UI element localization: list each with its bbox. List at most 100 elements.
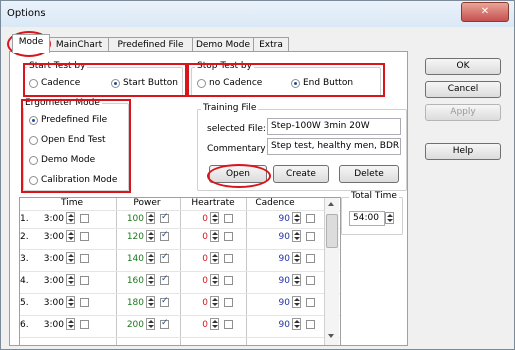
cadence-value[interactable]: 90 [260,276,290,286]
spin-icon[interactable] [146,296,155,308]
spin-icon[interactable] [66,274,75,286]
checkbox-icon[interactable] [160,274,169,285]
spin-icon[interactable] [292,274,301,286]
spin-icon[interactable] [292,318,301,330]
checkbox-icon[interactable] [306,214,315,223]
tab-mainchart[interactable]: MainChart [49,37,109,52]
checkbox-icon[interactable] [160,230,169,241]
checkbox-icon[interactable] [80,320,89,329]
power-value[interactable]: 160 [114,276,144,286]
spin-icon[interactable] [210,274,219,286]
tab-demo-mode[interactable]: Demo Mode [192,37,254,52]
commentary-label: Commentary [207,144,266,154]
col-header-power: Power [133,198,161,208]
checkbox-icon[interactable] [224,320,233,329]
checkbox-icon[interactable] [224,298,233,307]
heartrate-value[interactable]: 0 [178,276,208,286]
start-test-highlight [23,63,187,97]
cadence-value[interactable]: 90 [260,214,290,224]
commentary-field[interactable]: Step test, healthy men, BDR p [267,138,401,155]
checkbox-icon[interactable] [224,254,233,263]
time-value[interactable]: 3:00 [34,254,64,264]
heartrate-value[interactable]: 0 [178,214,208,224]
spin-icon[interactable] [66,318,75,330]
power-value[interactable]: 200 [114,320,144,330]
help-button[interactable]: Help [425,143,501,160]
spin-icon[interactable] [292,230,301,242]
heartrate-value[interactable]: 0 [178,232,208,242]
spin-icon[interactable] [292,296,301,308]
tab-extra[interactable]: Extra [253,37,289,52]
checkbox-icon[interactable] [306,276,315,285]
checkbox-icon[interactable] [160,318,169,329]
spin-icon[interactable] [66,252,75,264]
tab-predefined-file[interactable]: Predefined File [108,37,193,52]
spin-icon[interactable] [292,212,301,224]
checkbox-icon[interactable] [80,298,89,307]
cadence-value[interactable]: 90 [260,320,290,330]
power-value[interactable]: 120 [114,232,144,242]
cadence-value[interactable]: 90 [260,232,290,242]
stop-test-highlight [187,63,385,97]
spin-icon[interactable] [66,296,75,308]
row-number: 4. [20,276,29,286]
spin-icon[interactable] [292,252,301,264]
spin-icon[interactable] [146,274,155,286]
close-icon[interactable]: ✕ [461,2,509,22]
heartrate-value[interactable]: 0 [178,298,208,308]
spin-icon[interactable] [146,318,155,330]
checkbox-icon[interactable] [160,252,169,263]
spin-icon[interactable] [146,252,155,264]
checkbox-icon[interactable] [306,254,315,263]
selected-file-label: selected File: [207,124,266,134]
power-value[interactable]: 140 [114,254,144,264]
checkbox-icon[interactable] [80,276,89,285]
checkbox-icon[interactable] [160,296,169,307]
spin-icon[interactable] [385,212,394,224]
open-button-highlight [207,164,271,188]
create-button[interactable]: Create [273,165,329,183]
spin-icon[interactable] [210,252,219,264]
checkbox-icon[interactable] [224,214,233,223]
spin-icon[interactable] [66,212,75,224]
time-value[interactable]: 3:00 [34,214,64,224]
spin-icon[interactable] [146,212,155,224]
checkbox-icon[interactable] [224,232,233,241]
scroll-up-icon[interactable] [328,202,334,206]
checkbox-icon[interactable] [306,298,315,307]
power-value[interactable]: 100 [114,214,144,224]
total-time-value[interactable]: 54:00 [349,211,385,226]
cadence-value[interactable]: 90 [260,254,290,264]
ok-button[interactable]: OK [425,58,501,75]
checkbox-icon[interactable] [160,212,169,223]
time-value[interactable]: 3:00 [34,320,64,330]
checkbox-icon[interactable] [224,276,233,285]
apply-button[interactable]: Apply [425,104,501,121]
checkbox-icon[interactable] [80,232,89,241]
heartrate-value[interactable]: 0 [178,320,208,330]
window-title: Options [7,8,46,19]
selected-file-field[interactable]: Step-100W 3min 20W [267,118,401,135]
spin-icon[interactable] [210,318,219,330]
spin-icon[interactable] [210,230,219,242]
cancel-button[interactable]: Cancel [425,81,501,98]
spin-icon[interactable] [146,230,155,242]
checkbox-icon[interactable] [306,232,315,241]
cadence-value[interactable]: 90 [260,298,290,308]
grid-scroll-thumb[interactable] [326,214,338,248]
delete-button[interactable]: Delete [339,165,399,183]
spin-icon[interactable] [66,230,75,242]
checkbox-icon[interactable] [80,214,89,223]
spin-icon[interactable] [210,212,219,224]
spin-icon[interactable] [210,296,219,308]
row-number: 3. [20,254,29,264]
tab-mode[interactable]: Mode [12,34,50,53]
time-value[interactable]: 3:00 [34,232,64,242]
time-value[interactable]: 3:00 [34,276,64,286]
time-value[interactable]: 3:00 [34,298,64,308]
scroll-down-icon[interactable] [328,334,334,338]
heartrate-value[interactable]: 0 [178,254,208,264]
power-value[interactable]: 180 [114,298,144,308]
checkbox-icon[interactable] [80,254,89,263]
checkbox-icon[interactable] [306,320,315,329]
